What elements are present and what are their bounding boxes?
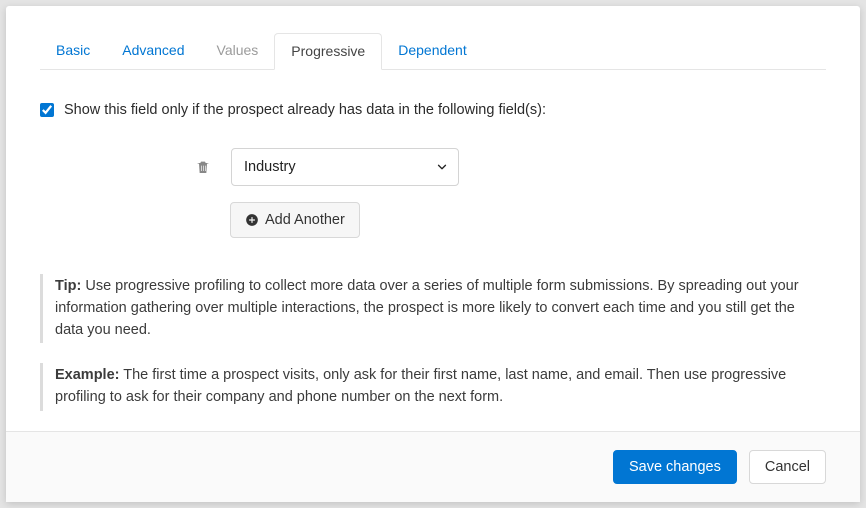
example-label: Example:	[55, 367, 119, 383]
tab-advanced[interactable]: Advanced	[106, 33, 200, 70]
modal-content: Basic Advanced Values Progressive Depend…	[6, 6, 860, 431]
field-select[interactable]: Industry	[231, 148, 459, 186]
modal-footer: Save changes Cancel	[6, 431, 860, 502]
tip-note: Tip: Use progressive profiling to collec…	[40, 274, 826, 343]
show-field-checkbox[interactable]	[40, 103, 54, 117]
tab-progressive[interactable]: Progressive	[274, 33, 382, 70]
trash-icon[interactable]	[195, 159, 211, 175]
modal-dialog: Basic Advanced Values Progressive Depend…	[6, 6, 860, 502]
field-condition-row: Industry	[195, 148, 826, 186]
add-another-row: Add Another	[230, 202, 826, 238]
cancel-button[interactable]: Cancel	[749, 450, 826, 484]
save-button[interactable]: Save changes	[613, 450, 737, 484]
tab-basic[interactable]: Basic	[40, 33, 106, 70]
tab-dependent[interactable]: Dependent	[382, 33, 483, 70]
tab-values[interactable]: Values	[201, 33, 275, 70]
show-field-checkbox-row: Show this field only if the prospect alr…	[40, 102, 826, 118]
show-field-checkbox-label: Show this field only if the prospect alr…	[64, 102, 546, 118]
add-another-button[interactable]: Add Another	[230, 202, 360, 238]
example-text: The first time a prospect visits, only a…	[55, 367, 786, 405]
field-select-wrapper: Industry	[231, 148, 459, 186]
tab-bar: Basic Advanced Values Progressive Depend…	[40, 32, 826, 70]
add-another-label: Add Another	[265, 212, 345, 228]
example-note: Example: The first time a prospect visit…	[40, 363, 826, 411]
plus-circle-icon	[245, 213, 259, 227]
tip-text: Use progressive profiling to collect mor…	[55, 278, 799, 338]
tip-label: Tip:	[55, 278, 81, 294]
